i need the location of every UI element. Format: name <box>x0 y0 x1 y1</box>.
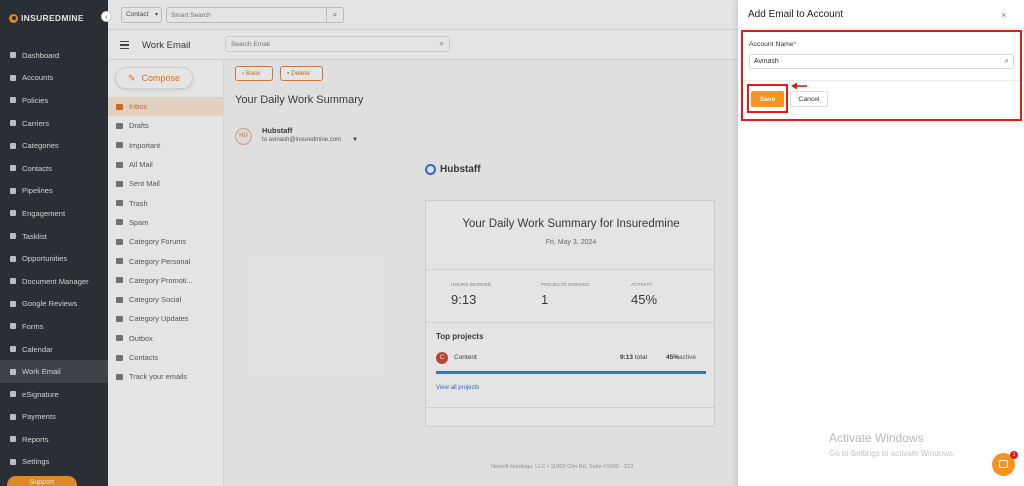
close-icon[interactable]: × <box>1001 10 1006 20</box>
add-email-drawer: Add Email to Account × Account Name* ⌕ S… <box>738 0 1024 486</box>
save-button[interactable]: Save <box>751 91 784 107</box>
collapse-sidebar-icon[interactable]: ‹ <box>101 11 112 22</box>
activate-windows-subtext: Go to Settings to activate Windows. <box>829 449 956 458</box>
activate-windows-watermark: Activate Windows <box>829 431 924 445</box>
required-mark: * <box>793 41 797 48</box>
account-name-label-text: Account Name <box>749 41 794 48</box>
chat-bubble-icon <box>999 460 1008 468</box>
account-name-input[interactable] <box>750 55 990 68</box>
annotation-arrow-icon <box>791 82 807 90</box>
divider <box>738 28 1024 29</box>
cancel-button[interactable]: Cancel <box>790 91 828 107</box>
modal-backdrop[interactable] <box>0 0 738 486</box>
chat-notification-badge: 1 <box>1010 451 1018 459</box>
search-icon[interactable]: ⌕ <box>1005 56 1009 66</box>
account-name-label: Account Name* <box>749 41 796 48</box>
divider <box>743 80 1020 81</box>
drawer-title: Add Email to Account <box>748 9 844 20</box>
account-name-field: ⌕ <box>749 54 1014 69</box>
